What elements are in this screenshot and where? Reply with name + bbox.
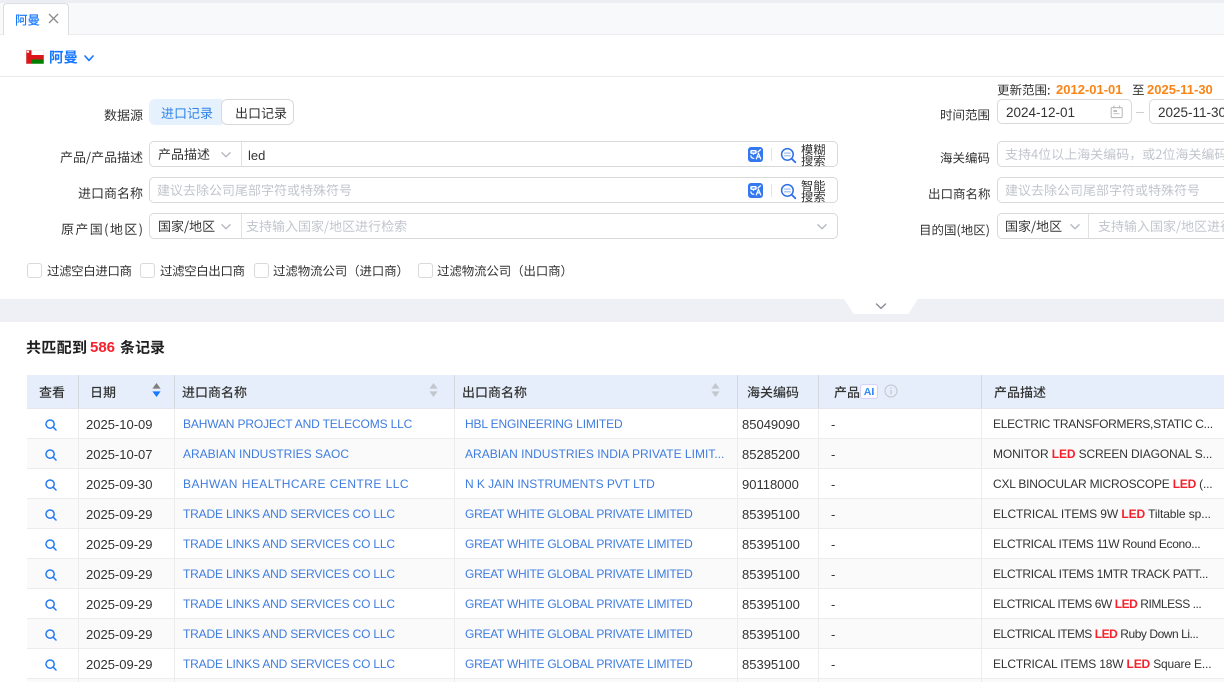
svg-text:AI: AI <box>864 386 875 398</box>
